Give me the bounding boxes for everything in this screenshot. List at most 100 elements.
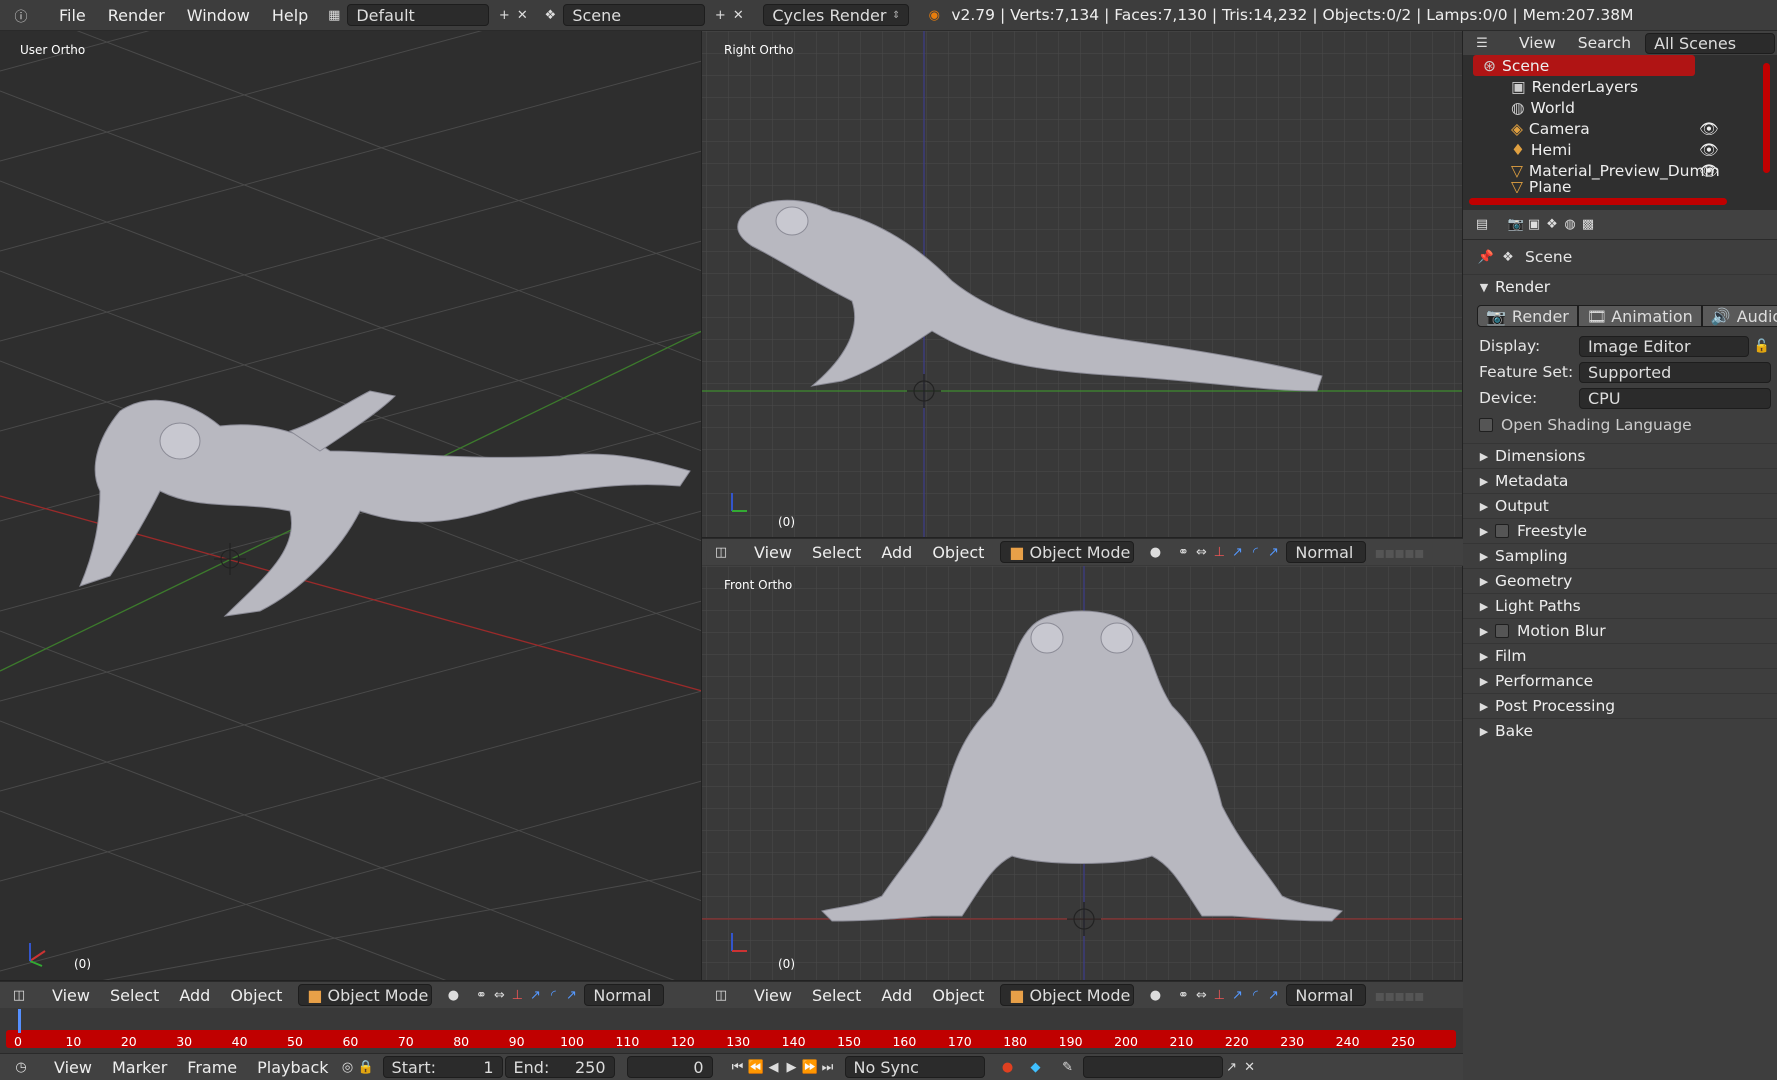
panel-post-processing[interactable]: ▶ Post Processing (1463, 693, 1777, 718)
panel-geometry[interactable]: ▶ Geometry (1463, 568, 1777, 593)
vp-user-menu-add[interactable]: Add (169, 986, 220, 1005)
scale-icon[interactable]: ◜ (1246, 543, 1264, 561)
next-keyframe-icon[interactable]: ⏩ (801, 1058, 819, 1076)
transform-orient-icon[interactable]: ↗ (562, 986, 580, 1004)
panel-sampling[interactable]: ▶ Sampling (1463, 543, 1777, 568)
rotate-icon[interactable]: ↗ (1228, 986, 1246, 1004)
render-layers-tab-icon[interactable]: ▣ (1525, 216, 1543, 234)
outliner-tab-view[interactable]: View (1519, 34, 1556, 52)
panel-output[interactable]: ▶ Output (1463, 493, 1777, 518)
feature-set-selector[interactable]: Supported (1579, 361, 1771, 383)
vp-front-menu-view[interactable]: View (744, 986, 802, 1005)
outliner-item-material-preview[interactable]: ▽ Material_Preview_Dumm 👁 (1463, 160, 1777, 181)
vp-user-mode-selector[interactable]: ■ Object Mode (298, 984, 433, 1006)
translate-icon[interactable]: ⊥ (1210, 986, 1228, 1004)
timeline-menu-playback[interactable]: Playback (247, 1058, 338, 1077)
panel-bake[interactable]: ▶ Bake (1463, 718, 1777, 743)
panel-metadata[interactable]: ▶ Metadata (1463, 468, 1777, 493)
add-layout-icon[interactable]: + (495, 6, 513, 24)
vp-user-menu-view[interactable]: View (42, 986, 100, 1005)
menu-render[interactable]: Render (97, 6, 176, 25)
vp-front-menu-add[interactable]: Add (871, 986, 922, 1005)
use-preview-range-icon[interactable]: ◎ (339, 1058, 357, 1076)
render-button[interactable]: 📷 Render (1477, 305, 1578, 327)
scene-icon[interactable]: ❖ (541, 6, 559, 24)
panel-freestyle[interactable]: ▶ Freestyle (1463, 518, 1777, 543)
osl-row[interactable]: Open Shading Language (1463, 411, 1777, 439)
transform-orient-icon[interactable]: ↗ (1264, 543, 1282, 561)
audio-button[interactable]: 🔊Audio (1701, 305, 1777, 327)
viewport-right-ortho[interactable]: Right Ortho (0) (702, 31, 1463, 538)
animation-button[interactable]: 🎞 Animation (1577, 305, 1702, 327)
timeline-menu-marker[interactable]: Marker (102, 1058, 177, 1077)
pivot-icon[interactable]: ⚭ (1174, 543, 1192, 561)
vp-front-orientation[interactable]: Normal (1286, 984, 1367, 1006)
visibility-eye-icon[interactable]: 👁 (1699, 162, 1719, 180)
texture-tab-icon[interactable]: ▩ (1579, 216, 1597, 234)
remove-layout-icon[interactable]: ✕ (513, 6, 531, 24)
panel-performance[interactable]: ▶ Performance (1463, 668, 1777, 693)
end-frame-field[interactable]: End: 250 (504, 1056, 615, 1078)
shading-icon[interactable]: ● (1146, 543, 1164, 561)
viewport-front-ortho[interactable]: Front Ortho (0) (702, 566, 1463, 981)
vp-right-menu-object[interactable]: Object (922, 543, 994, 562)
jump-start-icon[interactable]: ⏮ (729, 1058, 747, 1076)
outliner-editor-icon[interactable]: ☰ (1473, 34, 1491, 52)
outliner-display-mode[interactable]: All Scenes (1645, 32, 1776, 54)
shading-icon[interactable]: ● (444, 986, 462, 1004)
device-selector[interactable]: CPU (1579, 387, 1771, 409)
motion-blur-checkbox[interactable] (1495, 624, 1509, 638)
play-icon[interactable]: ▶ (783, 1058, 801, 1076)
outliner-item-camera[interactable]: ◈ Camera 👁 (1463, 118, 1777, 139)
editor-type-icon[interactable]: ◫ (712, 986, 730, 1004)
rotate-icon[interactable]: ↗ (526, 986, 544, 1004)
lock-icon[interactable]: 🔒 (357, 1058, 375, 1076)
vp-right-orientation[interactable]: Normal (1286, 541, 1367, 563)
pin-icon[interactable]: 📌 (1477, 248, 1495, 266)
transform-orient-icon[interactable]: ↗ (1264, 986, 1282, 1004)
panel-motion-blur[interactable]: ▶ Motion Blur (1463, 618, 1777, 643)
lock-icon[interactable]: 🔓 (1753, 337, 1771, 355)
outliner-item-hemi[interactable]: ♦ Hemi 👁 (1463, 139, 1777, 160)
info-icon[interactable]: ⓘ (12, 6, 30, 25)
layout-selector[interactable]: Default (347, 4, 490, 26)
viewport-user-ortho[interactable]: User Ortho (0) (0, 31, 702, 981)
screen-layout-icon[interactable]: ▦ (325, 6, 343, 24)
vp-right-menu-add[interactable]: Add (871, 543, 922, 562)
outliner-tab-search[interactable]: Search (1578, 34, 1631, 52)
pivot-icon[interactable]: ⚭ (1174, 986, 1192, 1004)
menu-window[interactable]: Window (176, 6, 261, 25)
start-frame-field[interactable]: Start: 1 (382, 1056, 503, 1078)
manipulator-icon[interactable]: ⇔ (490, 986, 508, 1004)
translate-icon[interactable]: ⊥ (1210, 543, 1228, 561)
scene-tab-icon[interactable]: ❖ (1543, 216, 1561, 234)
jump-end-icon[interactable]: ⏭ (819, 1058, 837, 1076)
vp-user-menu-select[interactable]: Select (100, 986, 169, 1005)
translate-icon[interactable]: ⊥ (508, 986, 526, 1004)
menu-help[interactable]: Help (261, 6, 319, 25)
layers-widget[interactable]: ▪▪▪▪▪ (1374, 986, 1424, 1005)
vp-front-menu-object[interactable]: Object (922, 986, 994, 1005)
manipulator-icon[interactable]: ⇔ (1192, 986, 1210, 1004)
visibility-eye-icon[interactable]: 👁 (1699, 141, 1719, 159)
timeline-editor-icon[interactable]: ◷ (12, 1058, 30, 1076)
scale-icon[interactable]: ◜ (544, 986, 562, 1004)
vp-user-menu-object[interactable]: Object (220, 986, 292, 1005)
timeline-playhead[interactable] (18, 1009, 21, 1033)
play-reverse-icon[interactable]: ◀ (765, 1058, 783, 1076)
outliner-vscrollbar[interactable] (1763, 63, 1770, 173)
freestyle-checkbox[interactable] (1495, 524, 1509, 538)
render-tab-icon[interactable]: 📷 (1507, 216, 1525, 234)
outliner-item-plane[interactable]: ▽ Plane (1463, 181, 1777, 193)
timeline-menu-frame[interactable]: Frame (177, 1058, 247, 1077)
delete-keyframe-icon[interactable]: ✕ (1241, 1058, 1259, 1076)
remove-scene-icon[interactable]: ✕ (729, 6, 747, 24)
vp-right-menu-select[interactable]: Select (802, 543, 871, 562)
outliner-hscrollbar[interactable] (1469, 198, 1727, 205)
manipulator-icon[interactable]: ⇔ (1192, 543, 1210, 561)
panel-light-paths[interactable]: ▶ Light Paths (1463, 593, 1777, 618)
panel-dimensions[interactable]: ▶ Dimensions (1463, 443, 1777, 468)
timeline-area[interactable]: 0 10 20 30 40 50 60 70 80 90 100 110 120 130 140 150 160… (0, 1008, 1463, 1053)
outliner-item-scene[interactable]: ⊛ Scene (1473, 55, 1695, 76)
add-scene-icon[interactable]: + (711, 6, 729, 24)
